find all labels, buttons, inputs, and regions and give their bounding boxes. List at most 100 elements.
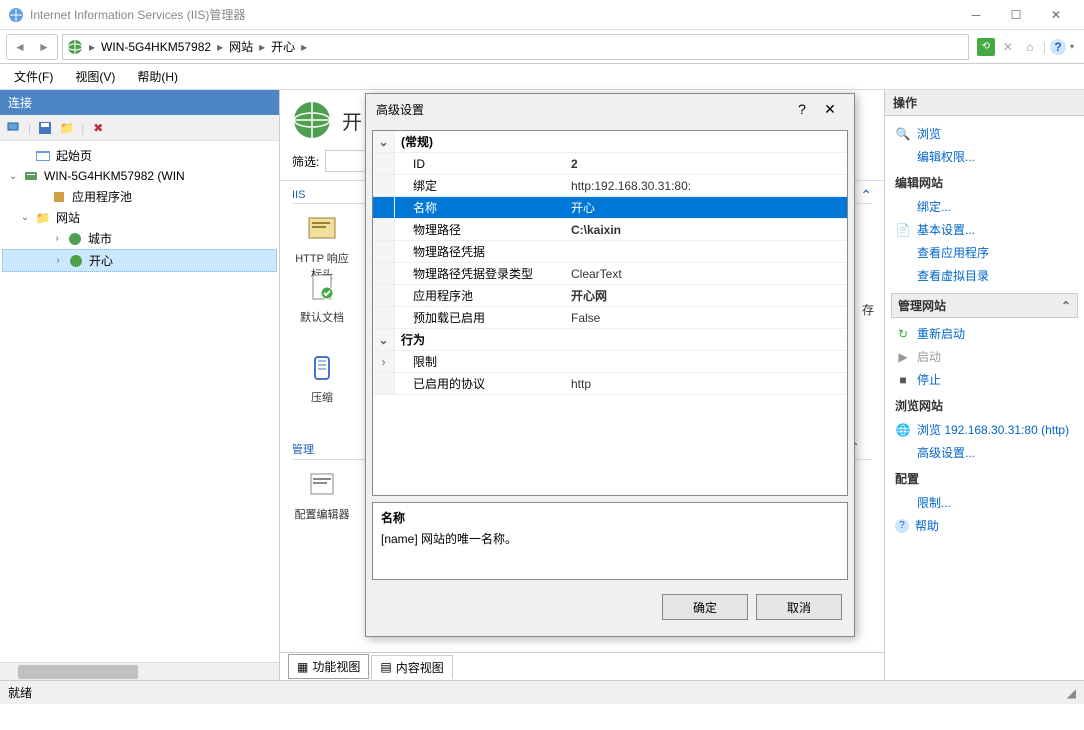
- expand-icon[interactable]: ›: [373, 351, 395, 372]
- config-editor-icon: [305, 468, 339, 502]
- help-icon[interactable]: ?: [1050, 39, 1066, 55]
- action-bindings[interactable]: 绑定...: [895, 195, 1074, 218]
- prop-row-protocols[interactable]: 已启用的协议http: [373, 373, 847, 395]
- folder-icon[interactable]: 📁: [59, 120, 75, 136]
- app-icon: [8, 7, 24, 23]
- connections-tree: 起始页 ⌄ WIN-5G4HKM57982 (WIN 应用程序池 ⌄ 📁 网站 …: [0, 141, 279, 662]
- filter-label: 筛选:: [292, 153, 319, 170]
- site-globe-icon: [292, 100, 332, 140]
- collapse-toggle-icon[interactable]: ⌃: [1061, 299, 1071, 313]
- feature-compression[interactable]: 压缩: [292, 351, 352, 405]
- expand-icon[interactable]: ›: [51, 255, 65, 266]
- prop-row-apppool[interactable]: 应用程序池开心网: [373, 285, 847, 307]
- prop-row-id[interactable]: ID2: [373, 153, 847, 175]
- start-page-icon: [35, 148, 51, 164]
- folder-icon: 📁: [35, 210, 51, 226]
- save-icon[interactable]: [37, 120, 53, 136]
- nav-back-button[interactable]: ◄: [9, 37, 31, 57]
- stop-icon[interactable]: ✕: [999, 38, 1017, 56]
- menu-file[interactable]: 文件(F): [10, 66, 57, 87]
- cancel-button[interactable]: 取消: [756, 594, 842, 620]
- prop-row-pathcred[interactable]: 物理路径凭据: [373, 241, 847, 263]
- breadcrumb[interactable]: ▸ WIN-5G4HKM57982 ▸ 网站 ▸ 开心 ▸: [62, 34, 969, 60]
- prop-category-general[interactable]: ⌄ (常规): [373, 131, 847, 153]
- home-icon[interactable]: ⌂: [1021, 38, 1039, 56]
- tree-sites[interactable]: ⌄ 📁 网站: [2, 207, 277, 228]
- action-view-apps[interactable]: 查看应用程序: [895, 241, 1074, 264]
- view-tabs: ▦ 功能视图 ▤ 内容视图: [280, 652, 884, 680]
- actions-header: 操作: [885, 90, 1084, 116]
- actions-panel: 操作 🔍浏览 编辑权限... 编辑网站 绑定... 📄基本设置... 查看应用程…: [884, 90, 1084, 680]
- desc-body: [name] 网站的唯一名称。: [381, 530, 839, 547]
- action-browse[interactable]: 🔍浏览: [895, 122, 1074, 145]
- collapse-icon[interactable]: ⌄: [373, 131, 395, 152]
- globe-icon: [67, 231, 83, 247]
- dialog-title: 高级设置: [376, 101, 788, 118]
- action-advanced-settings[interactable]: 高级设置...: [895, 441, 1074, 464]
- prop-row-name[interactable]: 名称开心: [373, 197, 847, 219]
- connect-icon[interactable]: [6, 120, 22, 136]
- action-stop[interactable]: ■停止: [895, 368, 1074, 391]
- action-limits[interactable]: 限制...: [895, 491, 1074, 514]
- breadcrumb-sites[interactable]: 网站: [225, 38, 257, 55]
- prop-row-limits[interactable]: ›限制: [373, 351, 847, 373]
- action-help[interactable]: ?帮助: [895, 514, 1074, 537]
- menu-view[interactable]: 视图(V): [71, 66, 119, 87]
- close-button[interactable]: ✕: [1036, 1, 1076, 29]
- tree-site-city[interactable]: › 城市: [2, 228, 277, 249]
- http-headers-icon: [305, 212, 339, 246]
- nav-forward-button[interactable]: ►: [33, 37, 55, 57]
- collapse-icon[interactable]: ⌄: [373, 329, 395, 350]
- action-edit-permissions[interactable]: 编辑权限...: [895, 145, 1074, 168]
- action-browse-url[interactable]: 🌐浏览 192.168.30.31:80 (http): [895, 418, 1074, 441]
- refresh-icon[interactable]: ⟲: [977, 38, 995, 56]
- tree-app-pools[interactable]: 应用程序池: [2, 186, 277, 207]
- server-icon: [23, 168, 39, 184]
- tree-site-kaixin[interactable]: › 开心: [2, 249, 277, 272]
- feature-config-editor[interactable]: 配置编辑器: [292, 468, 352, 522]
- tab-icon: ▦: [297, 660, 308, 674]
- action-view-vdirs[interactable]: 查看虚拟目录: [895, 264, 1074, 287]
- connections-hscroll[interactable]: [0, 662, 279, 680]
- manage-site-section: 管理网站⌃: [891, 293, 1078, 318]
- connections-toolbar: | 📁 | ✖: [0, 115, 279, 141]
- status-text: 就绪: [8, 684, 32, 701]
- dialog-close-button[interactable]: ✕: [816, 101, 844, 118]
- stop-icon: ■: [895, 372, 911, 388]
- expand-icon[interactable]: ⌄: [18, 212, 32, 223]
- collapse-arrow-icon[interactable]: ⌃: [860, 187, 872, 204]
- tab-content-view[interactable]: ▤ 内容视图: [371, 655, 452, 679]
- tree-start-page[interactable]: 起始页: [2, 145, 277, 166]
- prop-row-binding[interactable]: 绑定http:192.168.30.31:80:: [373, 175, 847, 197]
- scroll-thumb[interactable]: [18, 665, 138, 679]
- tree-server[interactable]: ⌄ WIN-5G4HKM57982 (WIN: [2, 166, 277, 186]
- help-icon: ?: [895, 519, 909, 533]
- prop-row-path[interactable]: 物理路径C:\kaixin: [373, 219, 847, 241]
- prop-row-preload[interactable]: 预加载已启用False: [373, 307, 847, 329]
- delete-icon[interactable]: ✖: [90, 120, 106, 136]
- expand-icon[interactable]: ⌄: [6, 171, 20, 182]
- maximize-button[interactable]: ☐: [996, 1, 1036, 29]
- config-section: 配置: [895, 470, 1074, 489]
- dialog-help-button[interactable]: ?: [788, 101, 816, 117]
- prop-row-pathcredtype[interactable]: 物理路径凭据登录类型ClearText: [373, 263, 847, 285]
- ok-button[interactable]: 确定: [662, 594, 748, 620]
- expand-icon[interactable]: ›: [50, 233, 64, 244]
- window-title: Internet Information Services (IIS)管理器: [30, 6, 956, 23]
- action-basic-settings[interactable]: 📄基本设置...: [895, 218, 1074, 241]
- prop-category-behavior[interactable]: ⌄ 行为: [373, 329, 847, 351]
- window-titlebar: Internet Information Services (IIS)管理器 ─…: [0, 0, 1084, 30]
- browser-icon: 🌐: [895, 422, 911, 438]
- feature-default-doc[interactable]: 默认文档: [292, 271, 352, 325]
- breadcrumb-server[interactable]: WIN-5G4HKM57982: [97, 40, 215, 54]
- breadcrumb-site[interactable]: 开心: [267, 38, 299, 55]
- advanced-settings-dialog: 高级设置 ? ✕ ⌄ (常规) ID2 绑定http:192.168.30.31…: [365, 93, 855, 637]
- action-restart[interactable]: ↻重新启动: [895, 322, 1074, 345]
- action-start[interactable]: ▶启动: [895, 345, 1074, 368]
- property-grid[interactable]: ⌄ (常规) ID2 绑定http:192.168.30.31:80: 名称开心…: [372, 130, 848, 496]
- explore-icon: 🔍: [895, 126, 911, 142]
- minimize-button[interactable]: ─: [956, 1, 996, 29]
- document-icon: 📄: [895, 222, 911, 238]
- tab-features-view[interactable]: ▦ 功能视图: [288, 654, 369, 679]
- menu-help[interactable]: 帮助(H): [133, 66, 182, 87]
